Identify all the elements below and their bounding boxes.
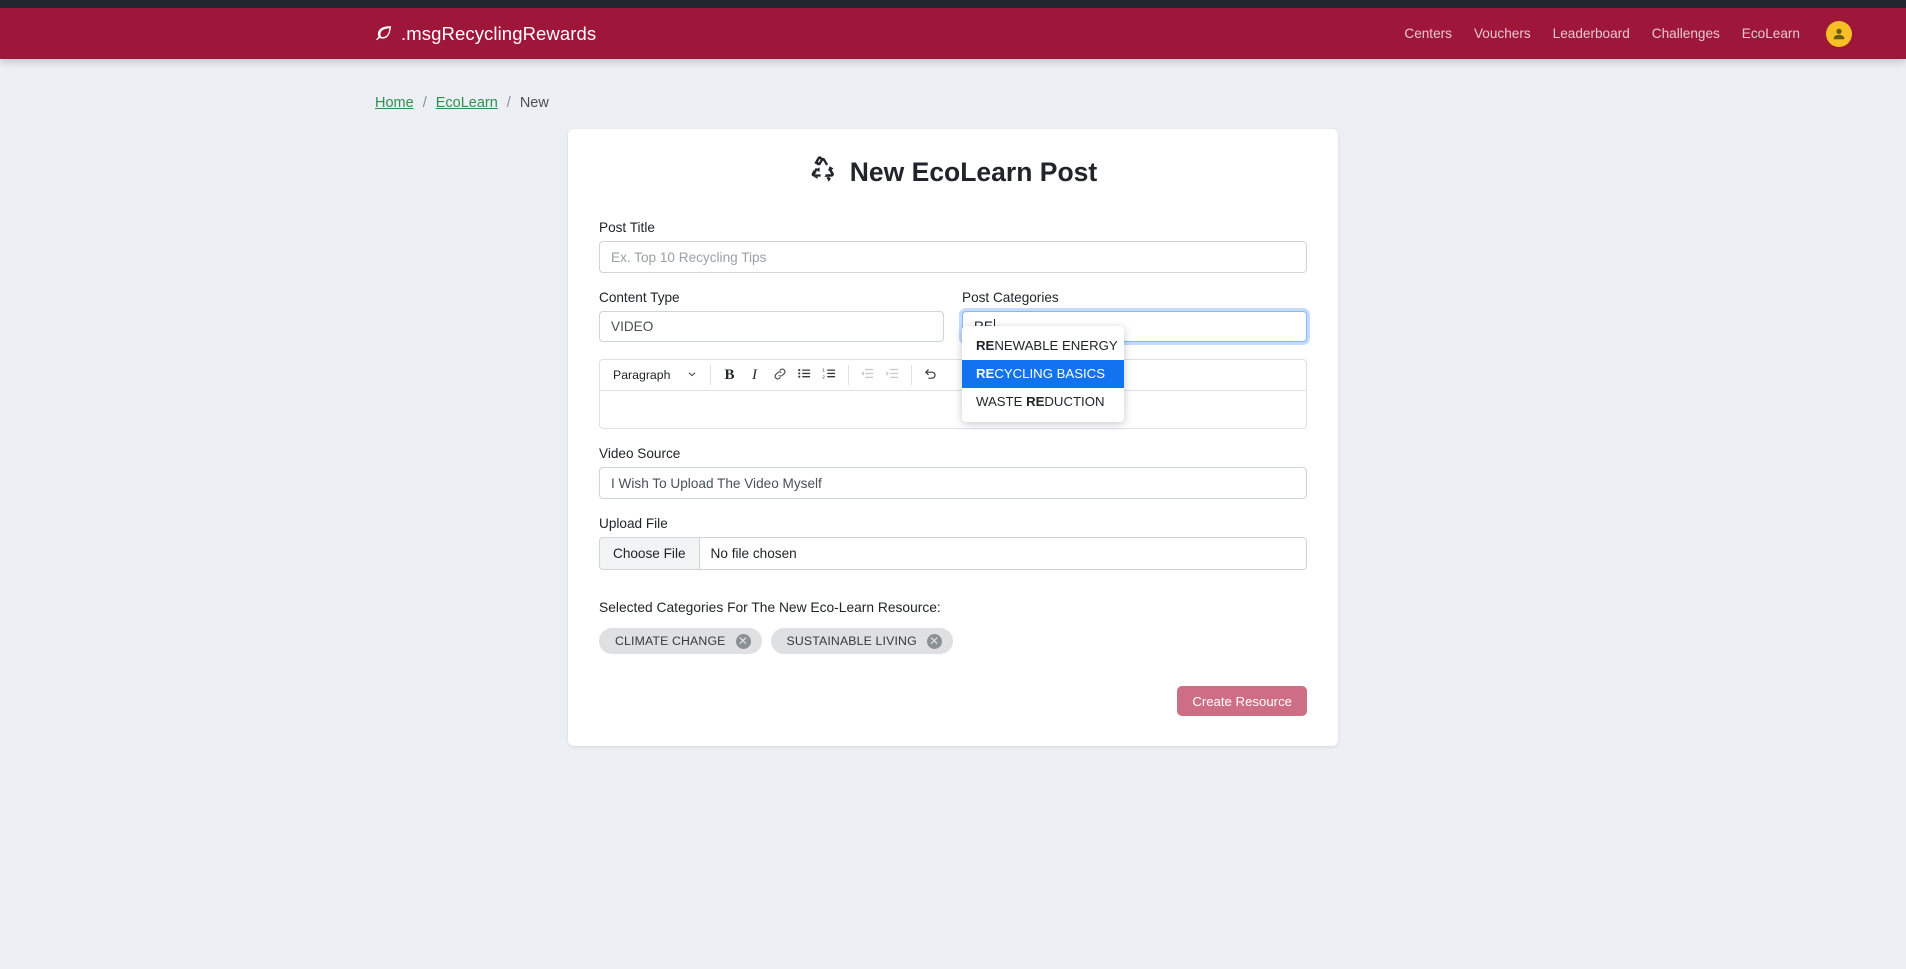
italic-button[interactable]: I: [742, 364, 767, 387]
breadcrumb-separator-2: /: [506, 95, 511, 111]
post-title-group: Post Title: [599, 220, 1307, 273]
bold-button[interactable]: B: [717, 364, 742, 387]
undo-icon: [923, 366, 938, 384]
nav-link-challenges[interactable]: Challenges: [1652, 26, 1720, 41]
bullet-list-icon: [797, 366, 812, 384]
submit-row: Create Resource: [599, 686, 1307, 716]
card-container: New EcoLearn Post Post Title Content Typ…: [0, 129, 1906, 746]
brand-logo[interactable]: .msgRecyclingRewards: [375, 23, 596, 45]
category-chip-sustainable-living: SUSTAINABLE LIVING ✕: [770, 628, 953, 654]
bold-icon: B: [724, 366, 735, 383]
option-match: RE: [976, 338, 995, 353]
option-prefix: WASTE: [976, 394, 1027, 409]
content-type-input[interactable]: [599, 311, 944, 342]
breadcrumb-ecolearn[interactable]: EcoLearn: [436, 95, 498, 111]
brand-text: .msgRecyclingRewards: [401, 22, 597, 44]
indent-button[interactable]: [880, 364, 905, 387]
page-title-text: New EcoLearn Post: [849, 157, 1098, 187]
autocomplete-option-recycling-basics[interactable]: RECYCLING BASICS: [962, 360, 1124, 388]
editor-content-area[interactable]: [599, 390, 1307, 429]
option-rest: NEWABLE ENERGY: [994, 338, 1118, 353]
page-title: New EcoLearn Post: [584, 155, 1322, 190]
video-source-label: Video Source: [599, 446, 681, 461]
toolbar-divider-2: [848, 365, 849, 385]
outdent-button[interactable]: [855, 364, 880, 387]
nav-link-ecolearn[interactable]: EcoLearn: [1742, 26, 1800, 41]
toolbar-divider-3: [911, 365, 912, 385]
numbered-list-button[interactable]: 1 2: [817, 364, 842, 387]
option-rest: CYCLING BASICS: [994, 366, 1105, 381]
navbar-links: Centers Vouchers Leaderboard Challenges …: [1404, 20, 1862, 47]
breadcrumb-current: New: [519, 95, 549, 111]
remove-chip-icon[interactable]: ✕: [735, 633, 751, 649]
option-rest: DUCTION: [1044, 394, 1105, 409]
bullet-list-button[interactable]: [792, 364, 817, 387]
recycling-icon: [809, 155, 837, 190]
autocomplete-option-waste-reduction[interactable]: WASTE REDUCTION: [962, 388, 1124, 416]
breadcrumb-separator: /: [422, 95, 427, 111]
video-source-group: Video Source: [599, 446, 1307, 499]
type-and-categories-row: Content Type Post Categories RE RENEWABL…: [599, 290, 1307, 422]
numbered-list-icon: 1 2: [822, 366, 837, 384]
file-input[interactable]: Choose File No file chosen: [599, 537, 1307, 570]
user-avatar[interactable]: [1826, 20, 1852, 47]
svg-text:2: 2: [822, 375, 825, 380]
chip-label: CLIMATE CHANGE: [615, 634, 726, 648]
undo-button[interactable]: [918, 364, 943, 387]
rich-text-editor: Paragraph B I 1 2: [599, 359, 1307, 429]
form-body: Post Title Content Type Post Categories …: [584, 220, 1322, 716]
upload-file-label: Upload File: [599, 516, 668, 531]
link-icon: [773, 367, 787, 384]
outdent-icon: [860, 366, 875, 384]
svg-text:1: 1: [822, 367, 825, 372]
breadcrumb: Home / EcoLearn / New: [375, 95, 1906, 111]
link-button[interactable]: [767, 364, 792, 387]
chevron-down-icon: [687, 368, 697, 382]
breadcrumb-home[interactable]: Home: [375, 95, 414, 111]
category-autocomplete-dropdown: RENEWABLE ENERGY RECYCLING BASICS WASTE …: [962, 326, 1124, 422]
italic-icon: I: [752, 366, 757, 383]
post-categories-group: Post Categories RE RENEWABLE ENERGY RECY…: [962, 290, 1307, 422]
remove-chip-icon[interactable]: ✕: [926, 633, 942, 649]
video-source-input[interactable]: [599, 467, 1307, 499]
nav-link-vouchers[interactable]: Vouchers: [1474, 26, 1531, 41]
autocomplete-option-renewable-energy[interactable]: RENEWABLE ENERGY: [962, 332, 1124, 360]
user-avatar-icon: [1833, 28, 1845, 39]
editor-toolbar: Paragraph B I 1 2: [599, 359, 1307, 390]
toolbar-divider: [710, 365, 711, 385]
create-resource-button[interactable]: Create Resource: [1177, 686, 1307, 716]
selected-categories-title: Selected Categories For The New Eco-Lear…: [599, 600, 941, 615]
block-format-value: Paragraph: [613, 368, 671, 382]
indent-icon: [885, 366, 900, 384]
nav-link-centers[interactable]: Centers: [1404, 26, 1452, 41]
post-title-label: Post Title: [599, 220, 655, 235]
main-navbar: .msgRecyclingRewards Centers Vouchers Le…: [0, 8, 1906, 59]
leaf-icon: [375, 25, 392, 42]
option-match: RE: [976, 366, 995, 381]
nav-link-leaderboard[interactable]: Leaderboard: [1553, 26, 1630, 41]
post-title-input[interactable]: [599, 241, 1307, 273]
post-categories-label: Post Categories: [962, 290, 1059, 305]
file-status-text: No file chosen: [710, 546, 797, 561]
top-accent-strip: [0, 0, 1906, 8]
category-chip-climate-change: CLIMATE CHANGE ✕: [599, 628, 762, 654]
new-post-card: New EcoLearn Post Post Title Content Typ…: [568, 129, 1338, 746]
selected-categories-list: CLIMATE CHANGE ✕ SUSTAINABLE LIVING ✕: [599, 628, 1307, 654]
option-match: RE: [1026, 394, 1045, 409]
content-type-label: Content Type: [599, 290, 680, 305]
upload-file-group: Upload File Choose File No file chosen: [599, 516, 1307, 570]
chip-label: SUSTAINABLE LIVING: [786, 634, 917, 648]
content-type-group: Content Type: [599, 290, 944, 342]
choose-file-button[interactable]: Choose File: [600, 538, 700, 569]
block-format-select[interactable]: Paragraph: [604, 364, 704, 387]
